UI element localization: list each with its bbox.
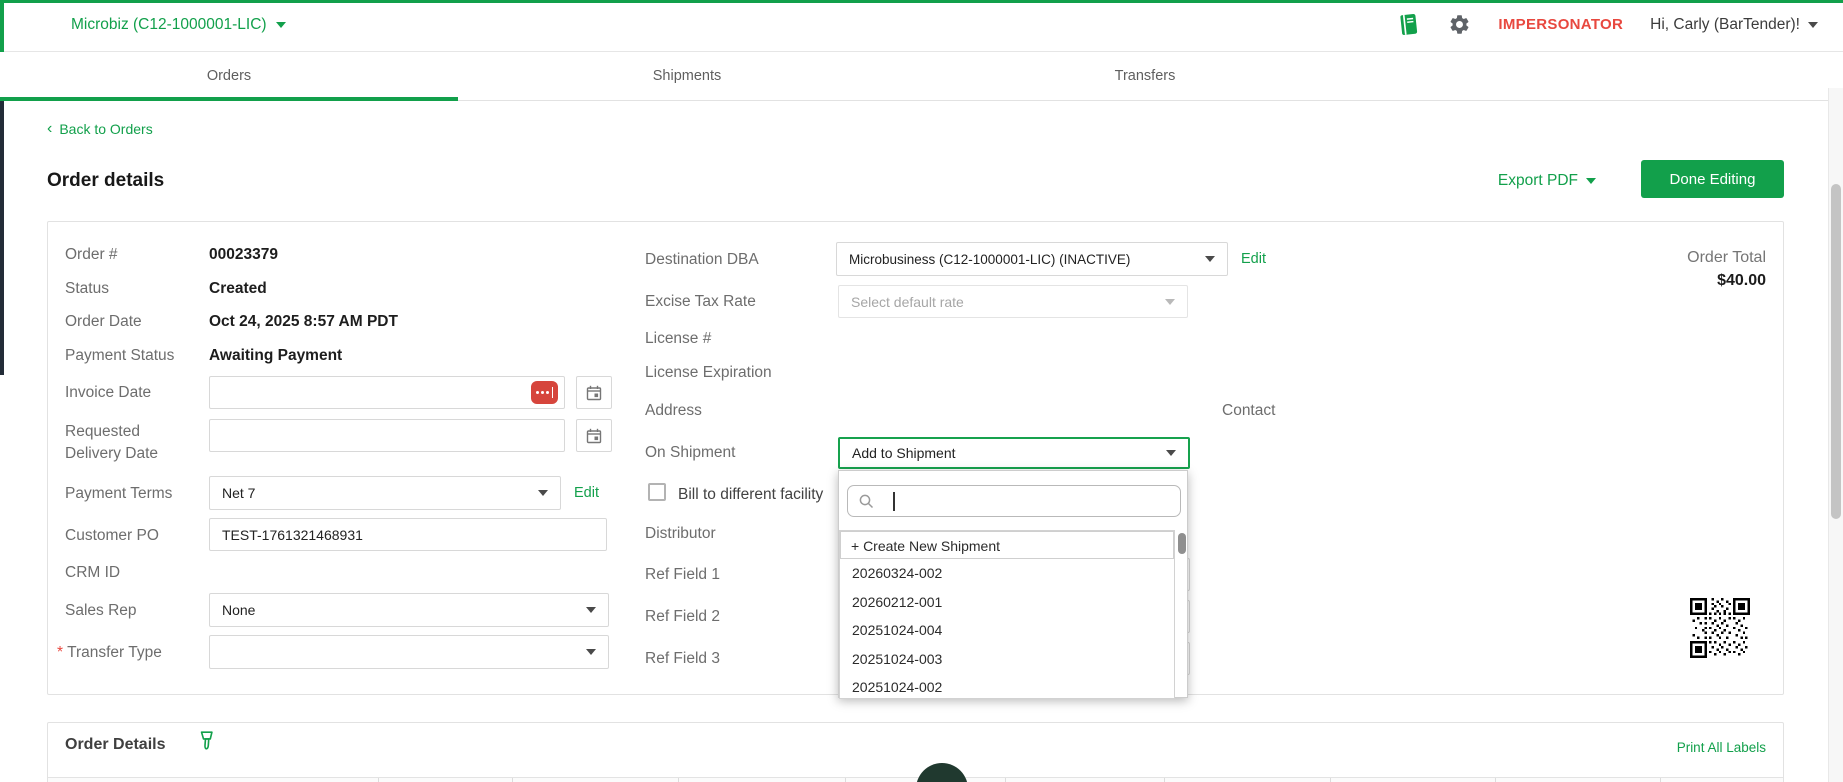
- distributor-label: Distributor: [645, 525, 716, 542]
- shipment-option[interactable]: 20260212-001: [840, 588, 1174, 616]
- bill-to-different-facility-label: Bill to different facility: [678, 486, 824, 503]
- barcode-scanner-icon: [196, 730, 218, 754]
- sales-rep-select[interactable]: None: [209, 593, 609, 627]
- requested-delivery-input[interactable]: [209, 419, 565, 452]
- payment-terms-label: Payment Terms: [65, 485, 173, 502]
- chevron-down-icon: [1808, 21, 1818, 28]
- ref-field-3-label: Ref Field 3: [645, 650, 720, 667]
- status-value: Created: [209, 280, 267, 297]
- chevron-down-icon: [538, 490, 548, 496]
- order-number-value: 00023379: [209, 246, 278, 263]
- order-total-block: Order Total $40.00: [1687, 249, 1766, 290]
- page-scrollbar-track[interactable]: [1828, 88, 1843, 782]
- user-greeting: Hi, Carly (BarTender)!: [1650, 15, 1800, 33]
- page-title: Order details: [47, 170, 165, 191]
- requested-delivery-calendar-button[interactable]: [576, 419, 612, 452]
- transfer-type-label: * Transfer Type: [57, 644, 162, 661]
- calendar-icon: [586, 385, 602, 400]
- on-shipment-select[interactable]: Add to Shipment: [838, 437, 1190, 469]
- status-label: Status: [65, 280, 109, 297]
- contact-label: Contact: [1222, 402, 1276, 419]
- order-line-items-card: [47, 722, 1784, 782]
- chevron-down-icon: [1165, 298, 1175, 305]
- ledger-book-icon[interactable]: [1396, 12, 1421, 37]
- transfer-type-select[interactable]: [209, 635, 609, 669]
- shipment-search-input[interactable]: [847, 485, 1181, 517]
- requested-delivery-label: Requested Delivery Date: [65, 423, 159, 462]
- tab-shipments[interactable]: Shipments: [458, 52, 916, 100]
- license-number-label: License #: [645, 330, 712, 347]
- chevron-down-icon: [1205, 256, 1215, 262]
- invoice-date-input[interactable]: [209, 376, 565, 409]
- tab-orders[interactable]: Orders: [0, 52, 458, 100]
- header-actions: IMPERSONATOR Hi, Carly (BarTender)!: [1396, 0, 1818, 49]
- invoice-date-label: Invoice Date: [65, 384, 152, 401]
- crm-id-label: CRM ID: [65, 564, 121, 581]
- address-label: Address: [645, 402, 702, 419]
- destination-dba-select[interactable]: Microbusiness (C12-1000001-LIC) (INACTIV…: [836, 242, 1228, 276]
- qr-code: [1690, 598, 1750, 658]
- payment-terms-edit-link[interactable]: Edit: [574, 485, 599, 501]
- bill-to-different-facility-checkbox[interactable]: [648, 483, 666, 501]
- chevron-down-icon: [1586, 178, 1596, 184]
- items-table-header-strip: [48, 777, 1783, 782]
- customer-po-label: Customer PO: [65, 527, 159, 544]
- settings-gear-icon[interactable]: [1448, 13, 1471, 36]
- excise-tax-label: Excise Tax Rate: [645, 293, 756, 310]
- done-editing-button[interactable]: Done Editing: [1641, 160, 1784, 198]
- customer-po-input[interactable]: [209, 518, 607, 551]
- invoice-date-calendar-button[interactable]: [576, 376, 612, 409]
- license-expiration-label: License Expiration: [645, 364, 772, 381]
- search-icon: [859, 494, 874, 508]
- shipment-option[interactable]: 20251024-003: [840, 645, 1174, 673]
- shipment-option[interactable]: 20251024-002: [840, 673, 1174, 698]
- text-cursor: [893, 491, 895, 511]
- create-new-shipment-option[interactable]: + Create New Shipment: [840, 531, 1174, 560]
- autofill-extension-icon[interactable]: [531, 381, 558, 404]
- back-to-orders-link[interactable]: ‹ Back to Orders: [47, 120, 153, 138]
- order-total-label: Order Total: [1687, 249, 1766, 266]
- on-shipment-label: On Shipment: [645, 444, 736, 461]
- main-tabbar: Orders Shipments Transfers: [0, 52, 1843, 101]
- required-asterisk: *: [57, 644, 64, 661]
- payment-status-label: Payment Status: [65, 347, 175, 364]
- left-edge-strip: [0, 101, 4, 375]
- order-total-value: $40.00: [1717, 272, 1766, 289]
- shipment-option[interactable]: 20260324-002: [840, 559, 1174, 587]
- destination-dba-edit-link[interactable]: Edit: [1241, 251, 1266, 267]
- payment-terms-select[interactable]: Net 7: [209, 476, 561, 510]
- header-left-accent: [0, 0, 4, 52]
- export-pdf-button[interactable]: Export PDF: [1498, 172, 1596, 190]
- impersonator-badge: IMPERSONATOR: [1498, 16, 1624, 33]
- user-menu[interactable]: Hi, Carly (BarTender)!: [1650, 16, 1818, 34]
- tab-transfers[interactable]: Transfers: [916, 52, 1374, 100]
- facility-name: Microbiz (C12-1000001-LIC): [71, 15, 267, 33]
- chevron-down-icon: [586, 649, 596, 655]
- print-all-labels-link[interactable]: Print All Labels: [1677, 740, 1766, 755]
- ref-field-1-label: Ref Field 1: [645, 566, 720, 583]
- order-details-section-title: Order Details: [65, 736, 166, 753]
- excise-tax-select[interactable]: Select default rate: [838, 285, 1188, 318]
- dropdown-scrollbar-thumb[interactable]: [1178, 533, 1186, 554]
- active-tab-indicator: [0, 97, 458, 101]
- facility-selector[interactable]: Microbiz (C12-1000001-LIC): [71, 0, 286, 49]
- order-date-label: Order Date: [65, 313, 142, 330]
- chevron-down-icon: [275, 21, 286, 28]
- page-scrollbar-thumb[interactable]: [1831, 184, 1841, 519]
- ref-field-2-label: Ref Field 2: [645, 608, 720, 625]
- app-window: Microbiz (C12-1000001-LIC) IMPERSONATOR …: [0, 0, 1843, 782]
- shipment-options-list: + Create New Shipment 20260324-002 20260…: [839, 530, 1175, 699]
- shipment-option[interactable]: 20251024-004: [840, 616, 1174, 644]
- back-chevron-icon: ‹: [47, 120, 53, 137]
- payment-status-value: Awaiting Payment: [209, 347, 343, 364]
- chevron-down-icon: [1166, 450, 1176, 456]
- destination-dba-label: Destination DBA: [645, 251, 759, 268]
- chevron-down-icon: [586, 607, 596, 613]
- shipment-dropdown-panel: + Create New Shipment 20260324-002 20260…: [838, 470, 1188, 699]
- sales-rep-label: Sales Rep: [65, 602, 137, 619]
- calendar-icon: [586, 428, 602, 443]
- order-date-value: Oct 24, 2025 8:57 AM PDT: [209, 313, 398, 330]
- order-number-label: Order #: [65, 246, 118, 263]
